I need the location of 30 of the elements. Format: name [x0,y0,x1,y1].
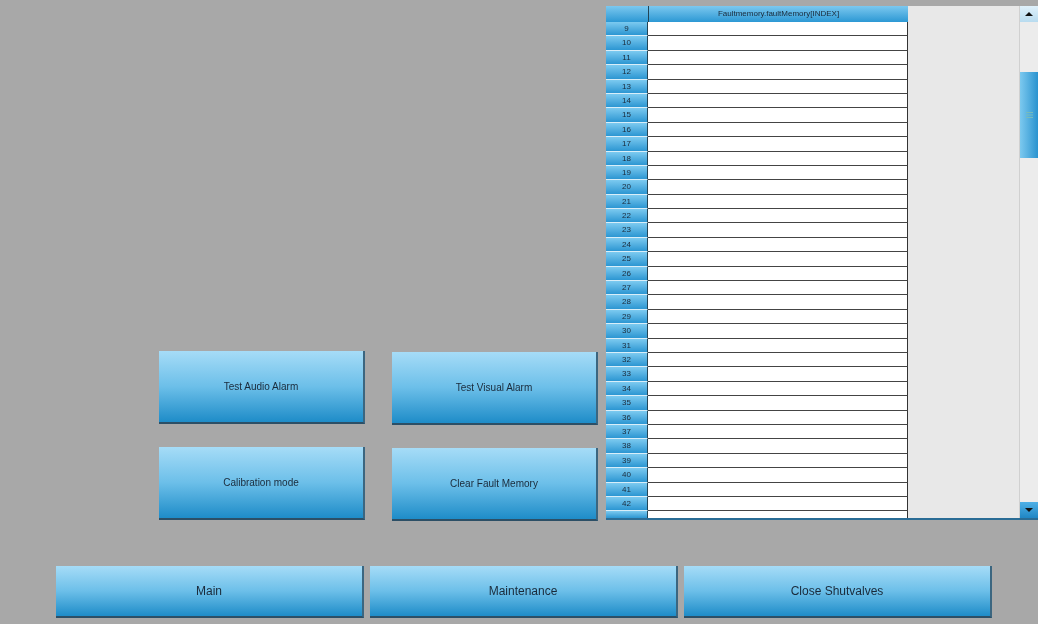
scroll-up-icon[interactable] [1020,6,1038,22]
row-header: 35 [606,396,648,411]
scroll-thumb[interactable] [1020,72,1038,158]
row-header: 23 [606,223,648,238]
row-header: 15 [606,108,648,123]
row-header: 40 [606,468,648,483]
row-header: 9 [606,22,648,37]
action-button[interactable]: Test Visual Alarm [392,352,598,425]
row-header: 28 [606,295,648,310]
row-header: 38 [606,439,648,454]
row-header: 20 [606,180,648,195]
nav-button[interactable]: Close Shutvalves [684,566,992,618]
action-button[interactable]: Calibration mode [159,447,365,520]
scroll-down-icon[interactable] [1020,502,1038,518]
corner-header [606,6,649,22]
row-header: 12 [606,65,648,80]
row-header: 27 [606,281,648,296]
row-header: 33 [606,367,648,382]
action-button[interactable]: Clear Fault Memory [392,448,598,521]
row-header: 10 [606,36,648,51]
row-header [606,511,648,518]
scrollbar[interactable] [1019,6,1038,518]
nav-button[interactable]: Main [56,566,364,618]
row-header: 22 [606,209,648,224]
row-header: 17 [606,137,648,152]
nav-button[interactable]: Maintenance [370,566,678,618]
row-header: 30 [606,324,648,339]
column-header: Faultmemory.faultMemory[INDEX] [649,6,908,22]
action-button[interactable]: Test Audio Alarm [159,351,365,424]
row-header: 25 [606,252,648,267]
